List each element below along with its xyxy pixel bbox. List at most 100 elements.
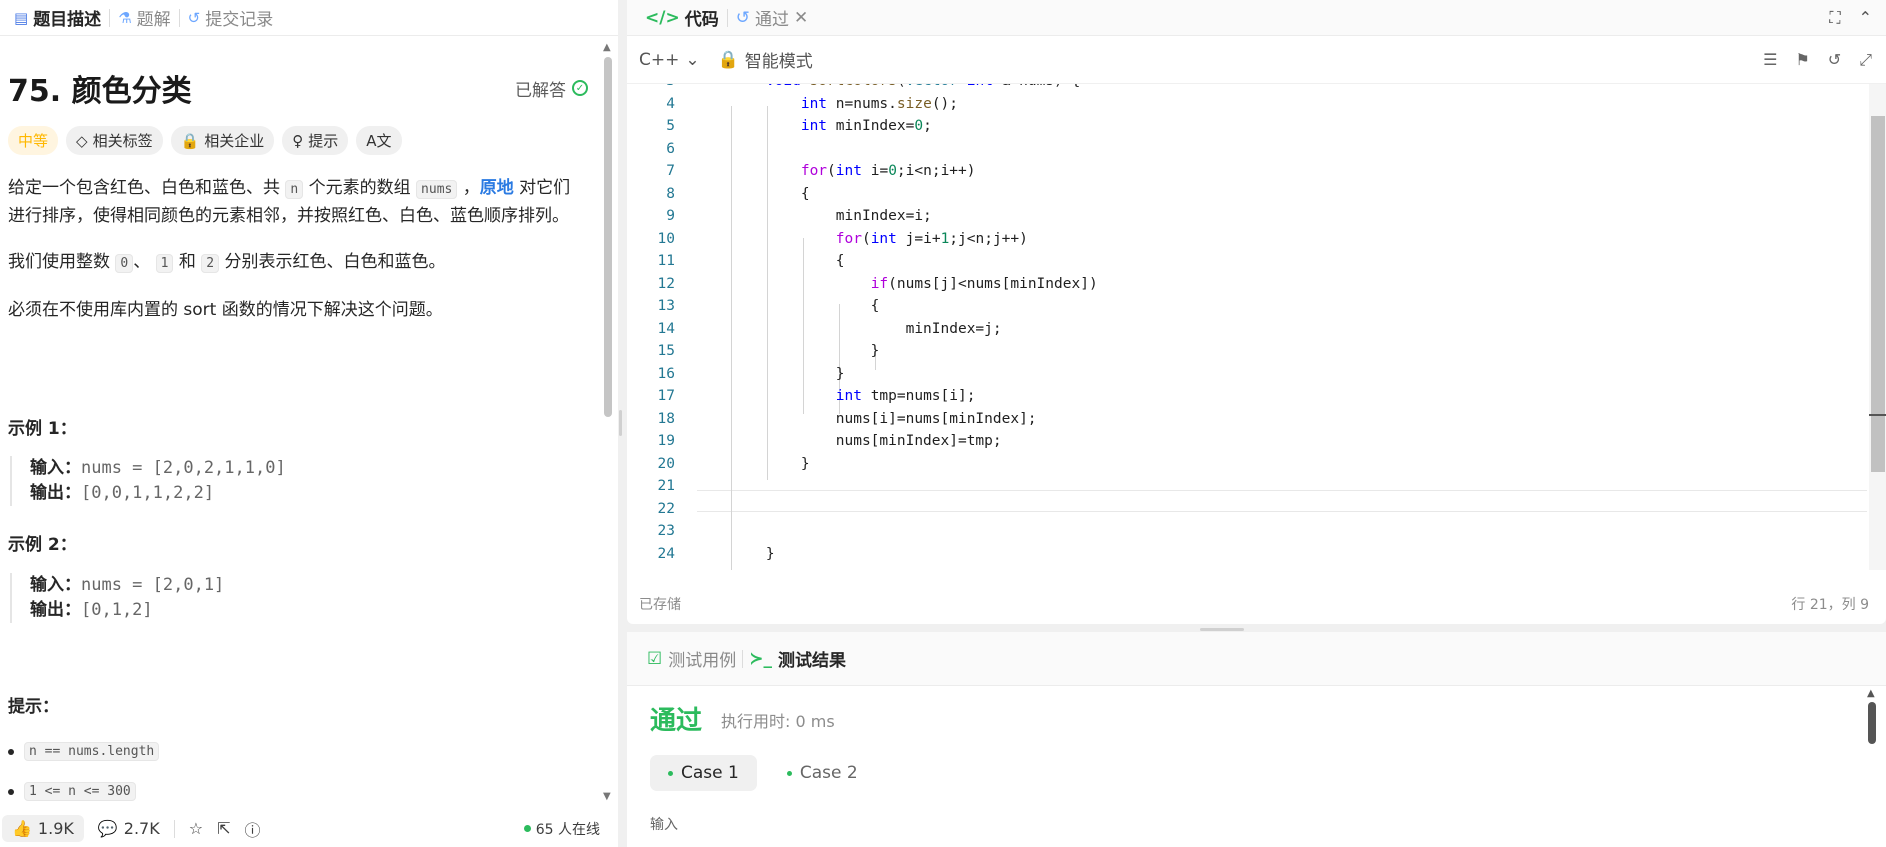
- code-editor[interactable]: 3 void sortColors(vector<int>& nums) {4 …: [627, 84, 1867, 570]
- line-number: 3: [627, 84, 675, 89]
- language-select[interactable]: C++ ⌄: [639, 50, 700, 70]
- hint-button[interactable]: ♀ 提示: [282, 126, 349, 155]
- expand-icon[interactable]: ⤢: [1859, 50, 1872, 70]
- problem-tags: 中等 ◇ 相关标签 🔒 相关企业 ♀ 提示 A文: [8, 126, 402, 155]
- line-number: 17: [657, 388, 675, 404]
- editor-status-bar: 已存储 行 21，列 9: [639, 594, 1869, 614]
- vertical-resize-handle[interactable]: [1200, 628, 1244, 631]
- runtime: 执行用时: 0 ms: [721, 712, 835, 731]
- results-scrollbar[interactable]: ▲: [1865, 686, 1879, 847]
- code-line[interactable]: 19 nums[minIndex]=tmp;: [627, 430, 1867, 452]
- code-line[interactable]: 21: [627, 475, 1867, 497]
- code-text: }: [731, 455, 810, 472]
- comments-button[interactable]: 💬 2.7K: [98, 819, 160, 838]
- code-line[interactable]: 10 for(int j=i+1;j<n;j++): [627, 228, 1867, 250]
- problem-panel: ▤ 题目描述 ⚗ 题解 ↺ 提交记录 75. 颜色分类 已解答 ✓ 中等 ◇ 相…: [0, 0, 618, 847]
- favorite-button[interactable]: ☆: [189, 819, 203, 838]
- code-line[interactable]: 9 minIndex=i;: [627, 205, 1867, 227]
- line-number: 4: [666, 95, 675, 112]
- code-text: }: [731, 343, 880, 359]
- cursor-position: 行 21，列 9: [1791, 597, 1869, 613]
- code-line[interactable]: 11 {: [627, 250, 1867, 272]
- code-line[interactable]: 13 {: [627, 295, 1867, 317]
- line-number: 18: [657, 410, 675, 427]
- help-button[interactable]: ⓘ: [244, 817, 260, 841]
- inline-code: 1: [155, 254, 174, 273]
- description-scrollbar[interactable]: ▲ ▼: [603, 42, 613, 802]
- inline-code: n: [285, 180, 304, 199]
- editor-toolbar: C++ ⌄ 🔒 智能模式 ☰ ⚑ ↺ ⤢: [627, 36, 1886, 84]
- related-companies-button[interactable]: 🔒 相关企业: [170, 126, 275, 155]
- editor-scrollbar[interactable]: [1869, 84, 1886, 570]
- text: 分别表示红色、白色和蓝色。: [219, 252, 446, 272]
- tab-results[interactable]: ≻_ 测试结果: [743, 646, 852, 672]
- panel-resize-handle[interactable]: [619, 410, 622, 436]
- translate-button[interactable]: A文: [356, 126, 402, 155]
- tab-passed[interactable]: ↺ 通过 ✕: [728, 5, 817, 31]
- problem-description: 给定一个包含红色、白色和蓝色、共 n 个元素的数组 nums ，原地 对它们进行…: [8, 175, 578, 343]
- code-line[interactable]: 5 int minIndex=0;: [627, 115, 1867, 137]
- tab-submissions[interactable]: ↺ 提交记录: [180, 0, 282, 36]
- reset-icon[interactable]: ↺: [1828, 50, 1841, 70]
- code-line[interactable]: 16 }: [627, 363, 1867, 385]
- scroll-thumb[interactable]: [1868, 702, 1876, 744]
- in-place-link[interactable]: 原地: [480, 178, 514, 198]
- code-line[interactable]: 23: [627, 520, 1867, 542]
- tab-submissions-label: 提交记录: [205, 10, 274, 30]
- code-line[interactable]: 7 for(int i=0;i<n;i++): [627, 160, 1867, 182]
- code-line[interactable]: 4 int n=nums.size();: [627, 93, 1867, 115]
- code-line[interactable]: 15 }: [627, 340, 1867, 362]
- code-line[interactable]: 8 {: [627, 183, 1867, 205]
- tab-description[interactable]: ▤ 题目描述: [6, 0, 109, 36]
- like-button[interactable]: 👍 1.9K: [2, 815, 84, 842]
- tab-testcases[interactable]: ☑ 测试用例: [641, 646, 742, 672]
- code-line[interactable]: 20 }: [627, 453, 1867, 475]
- case-tabs: Case 1 Case 2: [650, 755, 876, 791]
- case-2-tab[interactable]: Case 2: [769, 755, 876, 791]
- example2-output: 输出：[0,1,2]: [30, 598, 224, 623]
- scroll-up-icon[interactable]: ▲: [603, 42, 611, 53]
- code-line[interactable]: 3 void sortColors(vector<int>& nums) {: [627, 84, 1867, 92]
- format-icon[interactable]: ☰: [1763, 50, 1777, 70]
- related-tags-label: 相关标签: [92, 132, 153, 150]
- related-tags-button[interactable]: ◇ 相关标签: [66, 126, 163, 155]
- tab-solutions-label: 题解: [136, 10, 171, 30]
- tab-solutions[interactable]: ⚗ 题解: [110, 0, 178, 36]
- text: 给定一个包含红色、白色和蓝色、共: [8, 178, 286, 198]
- bullet-icon: [8, 748, 14, 755]
- code-line[interactable]: 12 if(nums[j]<nums[minIndex]): [627, 273, 1867, 295]
- code-line[interactable]: 17 int tmp=nums[i];: [627, 385, 1867, 407]
- line-number: 11: [657, 253, 675, 269]
- mode-label: 智能模式: [744, 52, 813, 72]
- code-line[interactable]: 22: [627, 498, 1867, 520]
- collapse-icon[interactable]: ⌃: [1859, 8, 1872, 28]
- share-button[interactable]: ⇱: [217, 819, 230, 838]
- scroll-thumb[interactable]: [604, 57, 612, 417]
- lock-icon: 🔒: [717, 49, 739, 70]
- code-line[interactable]: 6: [627, 138, 1867, 160]
- code-text: nums[minIndex]=tmp;: [731, 433, 1002, 449]
- output-value: [0,1,2]: [81, 600, 153, 620]
- code-line[interactable]: 18 nums[i]=nums[minIndex];: [627, 408, 1867, 430]
- case-1-tab[interactable]: Case 1: [650, 755, 757, 791]
- code-line[interactable]: 24 }: [627, 543, 1867, 565]
- results-tabs: ☑ 测试用例 ≻_ 测试结果: [627, 632, 1886, 686]
- description-paragraph: 必须在不使用库内置的 sort 函数的情况下解决这个问题。: [8, 300, 443, 320]
- output-value: [0,0,1,1,2,2]: [81, 483, 215, 503]
- smart-mode[interactable]: 🔒 智能模式: [717, 47, 813, 73]
- bookmark-icon[interactable]: ⚑: [1795, 50, 1809, 70]
- scroll-up-icon[interactable]: ▲: [1867, 688, 1875, 699]
- close-icon[interactable]: ✕: [794, 8, 808, 28]
- code-text: if(nums[j]<nums[minIndex]): [870, 275, 1098, 292]
- fullscreen-icon[interactable]: ⛶: [1829, 8, 1840, 28]
- bullet-icon: [8, 788, 14, 795]
- code-line[interactable]: 14 minIndex=j;: [627, 318, 1867, 340]
- tab-code[interactable]: </> 代码: [637, 5, 727, 31]
- translate-icon: A文: [366, 132, 392, 150]
- document-icon: ▤: [14, 8, 29, 27]
- code-text: }: [731, 365, 845, 382]
- scroll-down-icon[interactable]: ▼: [603, 791, 611, 802]
- results-panel: ☑ 测试用例 ≻_ 测试结果 通过 执行用时: 0 ms Case 1 Case…: [627, 632, 1886, 847]
- line-number: 12: [657, 275, 675, 292]
- scroll-thumb[interactable]: [1871, 116, 1885, 472]
